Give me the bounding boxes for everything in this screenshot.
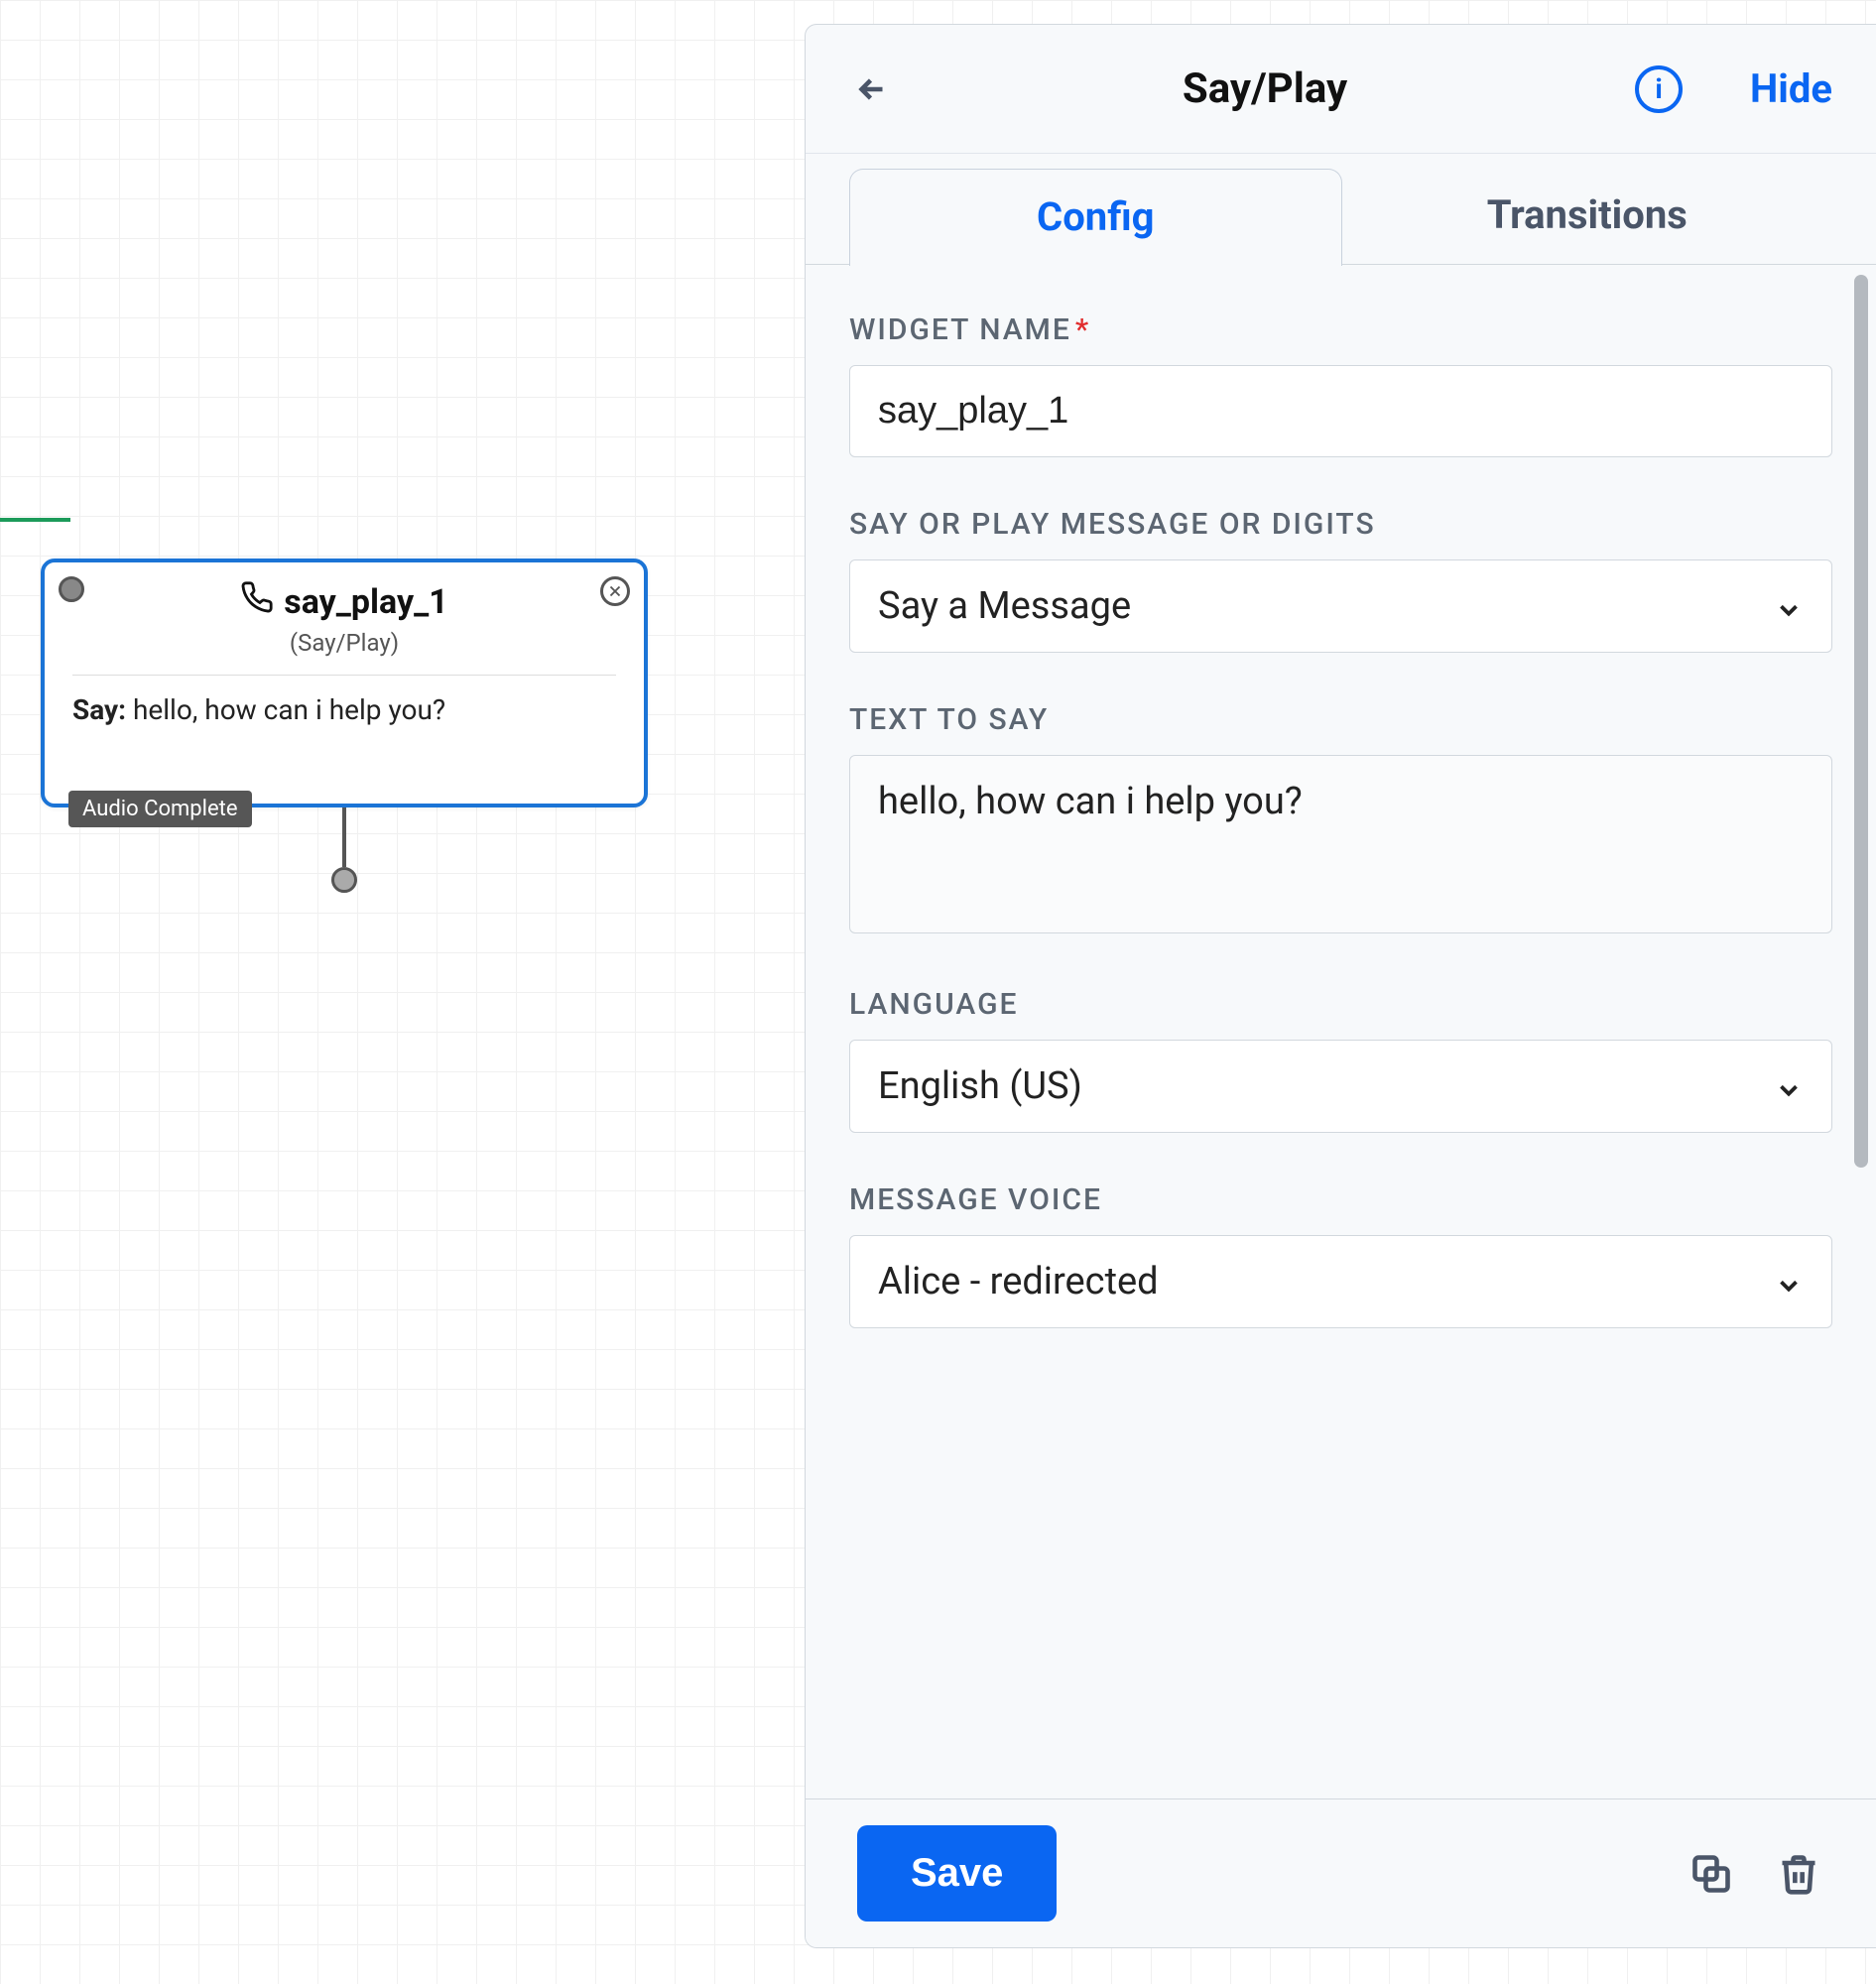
tab-transitions[interactable]: Transitions [1342, 191, 1833, 264]
message-voice-select[interactable]: Alice - redirected [849, 1235, 1832, 1328]
phone-icon [240, 580, 274, 623]
trash-icon [1777, 1852, 1820, 1896]
info-icon: i [1655, 72, 1662, 105]
text-to-say-input[interactable] [849, 755, 1832, 933]
node-header: say_play_1 (Say/Play) [45, 562, 644, 665]
message-voice-value: Alice - redirected [878, 1260, 1159, 1303]
chevron-down-icon [1774, 1267, 1804, 1297]
node-say-prefix: Say: [72, 693, 126, 726]
text-to-say-label: TEXT TO SAY [849, 702, 1832, 737]
panel-header: Say/Play i Hide [806, 25, 1876, 154]
back-button[interactable] [849, 66, 895, 112]
field-message-voice: MESSAGE VOICE Alice - redirected [849, 1182, 1832, 1328]
scrollbar-thumb[interactable] [1854, 275, 1868, 1168]
info-button[interactable]: i [1635, 65, 1683, 113]
language-select[interactable]: English (US) [849, 1040, 1832, 1133]
tab-config[interactable]: Config [849, 169, 1342, 266]
node-title-row: say_play_1 [240, 580, 447, 623]
field-text-to-say: TEXT TO SAY [849, 702, 1832, 937]
panel-title: Say/Play [935, 64, 1595, 113]
delete-button[interactable] [1773, 1848, 1824, 1900]
say-or-play-label: SAY OR PLAY MESSAGE OR DIGITS [849, 507, 1832, 542]
transition-badge-audio-complete[interactable]: Audio Complete [68, 791, 252, 827]
widget-name-label: WIDGET NAME* [849, 312, 1832, 347]
flow-node-say-play[interactable]: say_play_1 (Say/Play) Say: hello, how ca… [41, 558, 648, 807]
panel-tabs: Config Transitions [806, 154, 1876, 265]
field-widget-name: WIDGET NAME* [849, 312, 1832, 457]
duplicate-button[interactable] [1686, 1848, 1737, 1900]
field-language: LANGUAGE English (US) [849, 987, 1832, 1133]
say-or-play-select[interactable]: Say a Message [849, 559, 1832, 653]
required-asterisk: * [1075, 312, 1090, 347]
chevron-down-icon [1774, 1071, 1804, 1101]
hide-button[interactable]: Hide [1750, 65, 1832, 112]
field-say-or-play: SAY OR PLAY MESSAGE OR DIGITS Say a Mess… [849, 507, 1832, 653]
node-type-label: (Say/Play) [66, 629, 622, 657]
inspector-panel: « Say/Play i Hide Config Transitions WID… [805, 24, 1876, 1948]
panel-footer: Save [806, 1798, 1876, 1947]
say-or-play-value: Say a Message [878, 584, 1131, 628]
widget-name-label-text: WIDGET NAME [849, 312, 1071, 347]
message-voice-label: MESSAGE VOICE [849, 1182, 1832, 1217]
copy-icon [1689, 1852, 1733, 1896]
node-body: Say: hello, how can i help you? [45, 676, 644, 804]
node-say-text: hello, how can i help you? [133, 693, 445, 726]
save-button[interactable]: Save [857, 1825, 1057, 1922]
chevron-down-icon [1774, 591, 1804, 621]
connector-horizontal [0, 518, 70, 522]
language-value: English (US) [878, 1064, 1082, 1108]
widget-name-input[interactable] [849, 365, 1832, 457]
node-output-stem [342, 807, 346, 867]
node-output-port[interactable] [331, 867, 357, 893]
node-title: say_play_1 [284, 582, 447, 622]
language-label: LANGUAGE [849, 987, 1832, 1022]
panel-body: WIDGET NAME* SAY OR PLAY MESSAGE OR DIGI… [806, 265, 1876, 1798]
